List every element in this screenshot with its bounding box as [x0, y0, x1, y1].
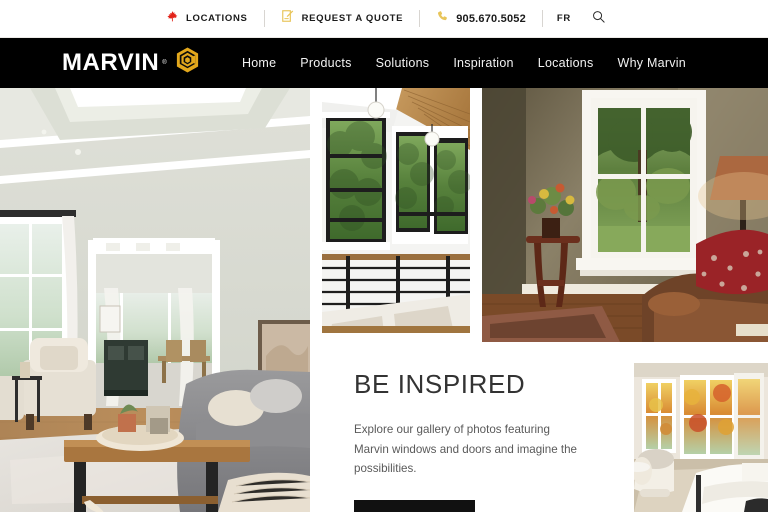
utility-item-request-a-quote[interactable]: REQUEST A QUOTE: [265, 8, 420, 30]
quote-document-icon: [281, 9, 295, 28]
view-gallery-button[interactable]: VIEW GALLERY: [354, 500, 476, 512]
utility-item-phone[interactable]: 905.670.5052: [420, 8, 542, 30]
language-toggle-fr[interactable]: FR: [543, 13, 585, 24]
brand-trademark: ®: [162, 60, 167, 66]
search-icon: [591, 9, 606, 29]
nav-item-home[interactable]: Home: [230, 56, 288, 70]
utility-item-label: LOCATIONS: [186, 13, 248, 24]
site-header: MARVIN ® Home Products Solutions Inspira…: [0, 38, 768, 88]
phone-icon: [436, 10, 449, 28]
traditional-room-photo[interactable]: [482, 88, 768, 342]
nav-item-products[interactable]: Products: [288, 56, 363, 70]
utility-phone-number: 905.670.5052: [456, 12, 526, 25]
nav-item-inspiration[interactable]: Inspiration: [441, 56, 525, 70]
utility-bar: LOCATIONS REQUEST A QUOTE 905.670.5052 F…: [0, 0, 768, 38]
search-button[interactable]: [585, 9, 618, 29]
brand-name: MARVIN: [62, 49, 160, 76]
gallery-grid: BE INSPIRED Explore our gallery of photo…: [0, 88, 768, 512]
marvin-hexagon-logo-icon: [175, 47, 200, 79]
nav-item-why-marvin[interactable]: Why Marvin: [606, 56, 698, 70]
promo-title: BE INSPIRED: [354, 369, 526, 399]
utility-item-locations[interactable]: LOCATIONS: [150, 8, 264, 30]
promo-block: BE INSPIRED Explore our gallery of photo…: [354, 370, 604, 512]
utility-item-label: REQUEST A QUOTE: [301, 13, 404, 24]
brand-logo[interactable]: MARVIN ®: [62, 47, 200, 79]
nav-item-locations[interactable]: Locations: [526, 56, 606, 70]
promo-body-text: Explore our gallery of photos featuring …: [354, 422, 577, 476]
bedroom-photo[interactable]: [634, 363, 768, 512]
maple-leaf-icon: [166, 10, 179, 28]
main-navigation: Home Products Solutions Inspiration Loca…: [230, 56, 744, 70]
living-room-photo[interactable]: [0, 88, 310, 512]
stairwell-photo[interactable]: [322, 88, 470, 333]
nav-item-solutions[interactable]: Solutions: [364, 56, 442, 70]
